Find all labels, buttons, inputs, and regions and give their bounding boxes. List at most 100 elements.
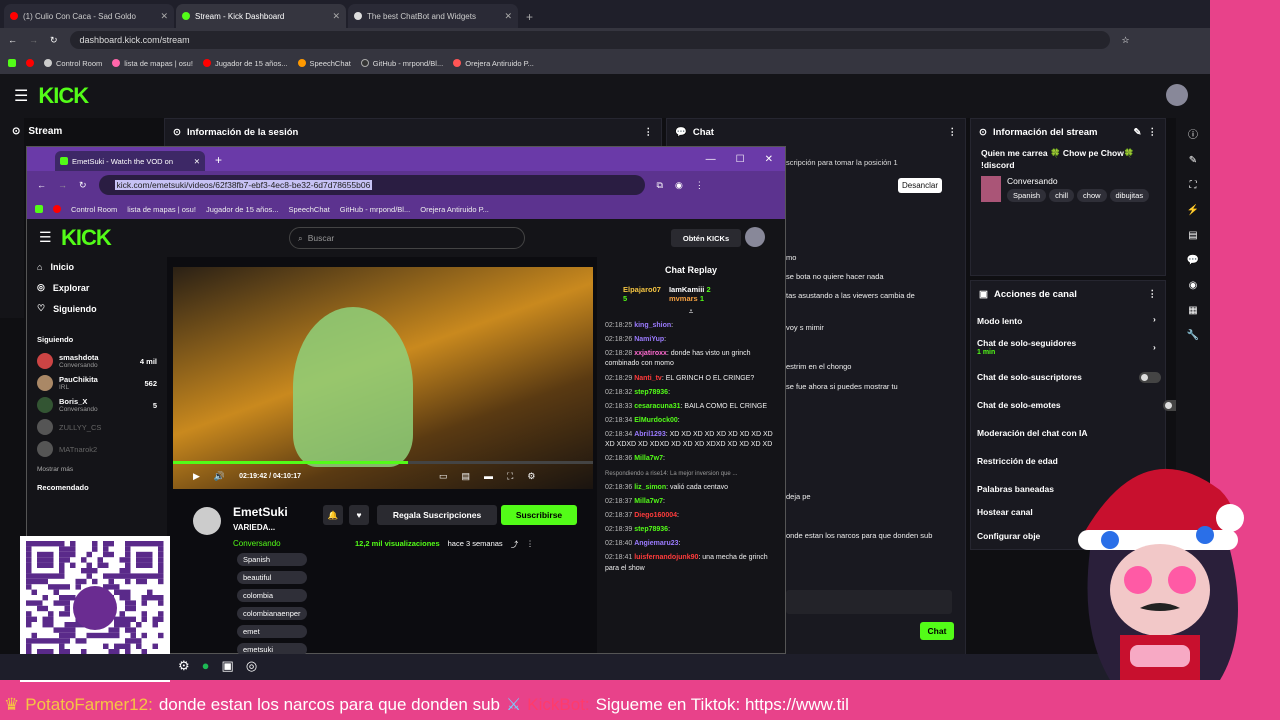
- kick-logo[interactable]: KICK: [38, 83, 89, 109]
- message-user[interactable]: ElMurdock00: [634, 417, 678, 424]
- avatar[interactable]: [745, 227, 765, 247]
- age-restriction-item[interactable]: Restricción de edad: [977, 456, 1058, 466]
- clip-icon[interactable]: ▤: [462, 471, 471, 482]
- kick-logo[interactable]: KICK: [61, 225, 112, 251]
- channel-name[interactable]: EmetSuki: [233, 505, 288, 519]
- host-channel-item[interactable]: Hostear canal: [977, 507, 1033, 517]
- tag[interactable]: emet: [237, 625, 307, 638]
- slow-mode-item[interactable]: Modo lento: [977, 316, 1022, 326]
- message-user[interactable]: king_shion: [634, 322, 671, 329]
- miniplayer-icon[interactable]: ▭: [439, 471, 448, 482]
- app-icon[interactable]: ▣: [222, 658, 234, 674]
- fullscreen-icon[interactable]: ⛶: [1190, 180, 1197, 191]
- tag[interactable]: beautiful: [237, 571, 307, 584]
- message-user[interactable]: step78936: [634, 526, 668, 533]
- message-user[interactable]: Milla7w7: [634, 498, 663, 505]
- reload-icon[interactable]: ↻: [50, 35, 58, 46]
- tag[interactable]: colombianaenper: [237, 607, 307, 620]
- banned-words-item[interactable]: Palabras baneadas: [977, 484, 1054, 494]
- more-icon[interactable]: ⋮: [1148, 289, 1158, 300]
- message-user[interactable]: Abril1293: [634, 431, 666, 438]
- bookmark-control-room[interactable]: Control Room: [44, 59, 102, 68]
- layout-icon[interactable]: ▦: [1188, 305, 1197, 316]
- bookmark-speechchat[interactable]: SpeechChat: [297, 59, 351, 68]
- bookmark-orejera[interactable]: Orejera Antiruido P...: [420, 205, 489, 214]
- tag[interactable]: colombia: [237, 589, 307, 602]
- extensions-icon[interactable]: ⧉: [657, 180, 663, 191]
- chat-icon[interactable]: 💬: [1187, 255, 1199, 266]
- bookmark-github[interactable]: GitHub - mrpond/Bl...: [360, 59, 443, 68]
- forward-icon[interactable]: →: [29, 35, 38, 45]
- more-icon[interactable]: ⋮: [644, 127, 654, 138]
- bolt-icon[interactable]: ⚡: [1187, 205, 1199, 216]
- youtube-bookmark-icon[interactable]: [53, 205, 61, 213]
- search-input[interactable]: ⌕ Buscar: [289, 227, 525, 249]
- chat-input[interactable]: [786, 590, 952, 614]
- minimize-icon[interactable]: —: [706, 154, 716, 165]
- outer-tab-3[interactable]: The best ChatBot and Widgets ✕: [348, 4, 518, 28]
- message-user[interactable]: step78936: [634, 389, 668, 396]
- gift-subs-button[interactable]: Regala Suscripciones: [377, 505, 497, 525]
- edit-icon[interactable]: ✎: [1134, 127, 1142, 138]
- chevron-right-icon[interactable]: ›: [1153, 314, 1156, 324]
- theater-icon[interactable]: ▬: [484, 471, 493, 482]
- subscribe-button[interactable]: Suscribirse: [501, 505, 577, 525]
- pin-chevron-icon[interactable]: ⩡: [597, 305, 785, 319]
- progress-track[interactable]: [173, 461, 593, 464]
- nav-home[interactable]: ⌂ Inicio: [27, 257, 167, 277]
- reload-icon[interactable]: ↻: [79, 180, 87, 191]
- bookmark-orejera[interactable]: Orejera Antiruido P...: [453, 59, 534, 68]
- kick-bookmark-icon[interactable]: [35, 205, 43, 213]
- followed-channel[interactable]: MATnarok2: [27, 438, 167, 460]
- menu-dots-icon[interactable]: ⋮: [695, 180, 704, 191]
- bookmark-osu[interactable]: lista de mapas | osu!: [127, 205, 196, 214]
- followers-only-item[interactable]: Chat de solo-seguidores: [977, 338, 1076, 348]
- outer-tab-2[interactable]: Stream - Kick Dashboard ✕: [176, 4, 346, 28]
- followed-channel[interactable]: PauChikita IRL 562: [27, 372, 167, 394]
- stream-nav[interactable]: ⊙ Stream: [12, 126, 62, 137]
- bookmark-osu[interactable]: lista de mapas | osu!: [112, 59, 193, 68]
- close-icon[interactable]: ✕: [160, 11, 168, 22]
- followed-channel[interactable]: ZULLYY_CS: [27, 416, 167, 438]
- get-kicks-button[interactable]: Obtén KICKs: [671, 229, 741, 247]
- bell-icon[interactable]: 🔔: [323, 505, 343, 525]
- menu-icon[interactable]: ☰: [39, 229, 52, 246]
- maximize-icon[interactable]: ☐: [736, 154, 745, 165]
- profile-icon[interactable]: ◉: [675, 180, 683, 191]
- chevron-right-icon[interactable]: ›: [1153, 342, 1156, 352]
- inner-url-field[interactable]: kick.com/emetsuki/videos/62f38fb7-ebf3-4…: [98, 175, 645, 195]
- close-icon[interactable]: ✕: [504, 11, 512, 22]
- outer-url-field[interactable]: dashboard.kick.com/stream: [69, 31, 1110, 49]
- youtube-bookmark-icon[interactable]: [26, 59, 34, 67]
- followed-channel[interactable]: Boris_X Conversando 5: [27, 394, 167, 416]
- message-user[interactable]: liz_simon: [634, 484, 666, 491]
- nav-following[interactable]: ♡ Siguiendo: [27, 298, 167, 319]
- spotify-icon[interactable]: ●: [202, 658, 210, 674]
- message-user[interactable]: luisfernandojunk90: [634, 554, 698, 561]
- more-icon[interactable]: ⋮: [948, 127, 958, 138]
- obs-icon[interactable]: ◎: [246, 658, 257, 674]
- play-icon[interactable]: ▶: [193, 471, 200, 482]
- forward-icon[interactable]: →: [58, 180, 67, 190]
- menu-icon[interactable]: ☰: [14, 86, 28, 106]
- subscribers-only-toggle[interactable]: [1139, 372, 1161, 383]
- bookmark-jugador[interactable]: Jugador de 15 años...: [206, 205, 279, 214]
- message-user[interactable]: NamiYup: [634, 336, 664, 343]
- more-icon[interactable]: ⋮: [526, 539, 534, 550]
- inner-tab[interactable]: EmetSuki - Watch the VOD on ✕: [55, 151, 205, 171]
- info-icon[interactable]: ⓘ: [1188, 126, 1198, 141]
- kick-bookmark-icon[interactable]: [8, 59, 16, 67]
- edit-icon[interactable]: ✎: [1189, 155, 1197, 166]
- nav-explore[interactable]: ◎ Explorar: [27, 277, 167, 298]
- outer-tab-1[interactable]: (1) Culio Con Caca - Sad Goldo ✕: [4, 4, 174, 28]
- message-user[interactable]: cesaracuna31: [634, 403, 680, 410]
- document-icon[interactable]: ▤: [1188, 230, 1197, 241]
- share-icon[interactable]: ⤴: [511, 539, 519, 550]
- bookmark-speechchat[interactable]: SpeechChat: [289, 205, 330, 214]
- new-tab-icon[interactable]: +: [520, 10, 539, 28]
- new-tab-icon[interactable]: +: [205, 153, 232, 171]
- avatar[interactable]: [1166, 84, 1188, 106]
- message-user[interactable]: Milla7w7: [634, 455, 663, 462]
- message-user[interactable]: Diego160004: [634, 512, 677, 519]
- message-user[interactable]: xxjatiroxx: [634, 350, 667, 357]
